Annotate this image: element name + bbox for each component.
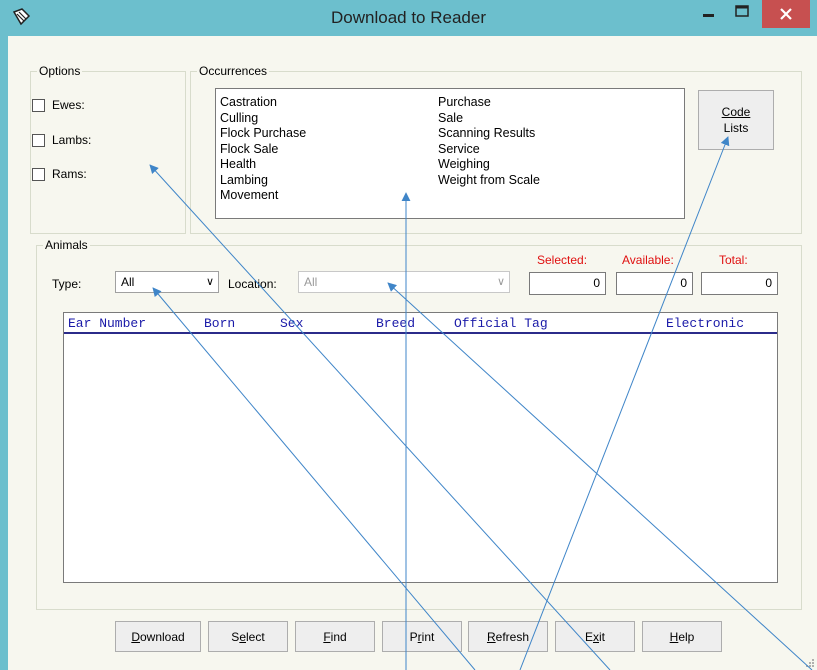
occurrence-item[interactable]: Flock Purchase — [220, 126, 306, 142]
occurrence-item[interactable]: Movement — [220, 188, 306, 204]
type-select[interactable]: All ∨ — [115, 271, 219, 293]
chevron-down-icon: ∨ — [496, 276, 505, 288]
app-window: Download to Reader Options Ewes: Lambs: … — [0, 0, 817, 670]
occurrence-item[interactable]: Service — [438, 142, 540, 158]
code-lists-line1: Code — [721, 105, 751, 119]
occurrences-column-1: Castration Culling Flock Purchase Flock … — [220, 95, 306, 204]
occurrence-item[interactable]: Weighing — [438, 157, 540, 173]
type-value: All — [121, 275, 135, 289]
lambs-option[interactable]: Lambs: — [32, 131, 91, 149]
available-count: 0 — [616, 272, 693, 295]
lambs-checkbox[interactable] — [32, 133, 45, 147]
occurrences-listbox[interactable]: Castration Culling Flock Purchase Flock … — [215, 88, 685, 219]
available-label: Available: — [622, 253, 674, 267]
occurrences-column-2: Purchase Sale Scanning Results Service W… — [438, 95, 540, 188]
code-lists-button[interactable]: Code Lists — [698, 90, 774, 150]
grid-header: Ear Number Born Sex Breed Official Tag E… — [64, 313, 777, 334]
occurrence-item[interactable]: Sale — [438, 111, 540, 127]
options-legend: Options — [39, 64, 81, 78]
occurrence-item[interactable]: Flock Sale — [220, 142, 306, 158]
column-header-ear-number[interactable]: Ear Number — [68, 316, 146, 331]
lambs-label: Lambs: — [52, 133, 92, 147]
occurrence-item[interactable]: Health — [220, 157, 306, 173]
column-header-born[interactable]: Born — [204, 316, 235, 331]
refresh-button[interactable]: Refresh — [468, 621, 548, 652]
column-header-sex[interactable]: Sex — [280, 316, 303, 331]
rams-option[interactable]: Rams: — [32, 165, 87, 183]
total-label: Total: — [719, 253, 748, 267]
location-value: All — [304, 275, 318, 289]
occurrence-item[interactable]: Lambing — [220, 173, 306, 189]
location-select[interactable]: All ∨ — [298, 271, 510, 293]
help-button[interactable]: Help — [642, 621, 722, 652]
column-header-breed[interactable]: Breed — [376, 316, 415, 331]
rams-checkbox[interactable] — [32, 167, 45, 181]
occurrences-legend: Occurrences — [199, 64, 268, 78]
maximize-icon[interactable] — [724, 0, 760, 28]
resize-grip-icon[interactable] — [805, 658, 815, 668]
dialog-body: Options Ewes: Lambs: Rams: Occurrences C… — [8, 36, 817, 670]
ewes-checkbox[interactable] — [32, 98, 45, 112]
occurrence-item[interactable]: Castration — [220, 95, 306, 111]
find-button[interactable]: Find — [295, 621, 375, 652]
selected-label: Selected: — [537, 253, 588, 267]
column-header-official-tag[interactable]: Official Tag — [454, 316, 548, 331]
selected-count: 0 — [529, 272, 606, 295]
select-button[interactable]: Se lect — [208, 621, 288, 652]
rams-label: Rams: — [52, 167, 87, 181]
print-button[interactable]: Pr int — [382, 621, 462, 652]
occurrence-item[interactable]: Culling — [220, 111, 306, 127]
animals-grid[interactable]: Ear Number Born Sex Breed Official Tag E… — [63, 312, 778, 583]
options-group: Options — [30, 64, 186, 234]
occurrence-item[interactable]: Scanning Results — [438, 126, 540, 142]
location-label: Location: — [228, 277, 277, 291]
chevron-down-icon: ∨ — [205, 276, 214, 288]
ewes-option[interactable]: Ewes: — [32, 96, 85, 114]
code-lists-line2: Lists — [723, 121, 749, 135]
close-icon[interactable] — [762, 0, 810, 28]
total-count: 0 — [701, 272, 778, 295]
exit-button[interactable]: Ex it — [555, 621, 635, 652]
download-button[interactable]: Download — [115, 621, 201, 652]
occurrence-item[interactable]: Purchase — [438, 95, 540, 111]
animals-legend: Animals — [45, 238, 88, 252]
title-bar[interactable]: Download to Reader — [0, 0, 817, 36]
minimize-icon[interactable] — [694, 0, 724, 28]
ewes-label: Ewes: — [52, 98, 85, 112]
location-label-text: Location: — [228, 277, 277, 291]
column-header-electronic[interactable]: Electronic — [666, 316, 744, 331]
type-label: Type: — [52, 277, 82, 291]
occurrence-item[interactable]: Weight from Scale — [438, 173, 540, 189]
